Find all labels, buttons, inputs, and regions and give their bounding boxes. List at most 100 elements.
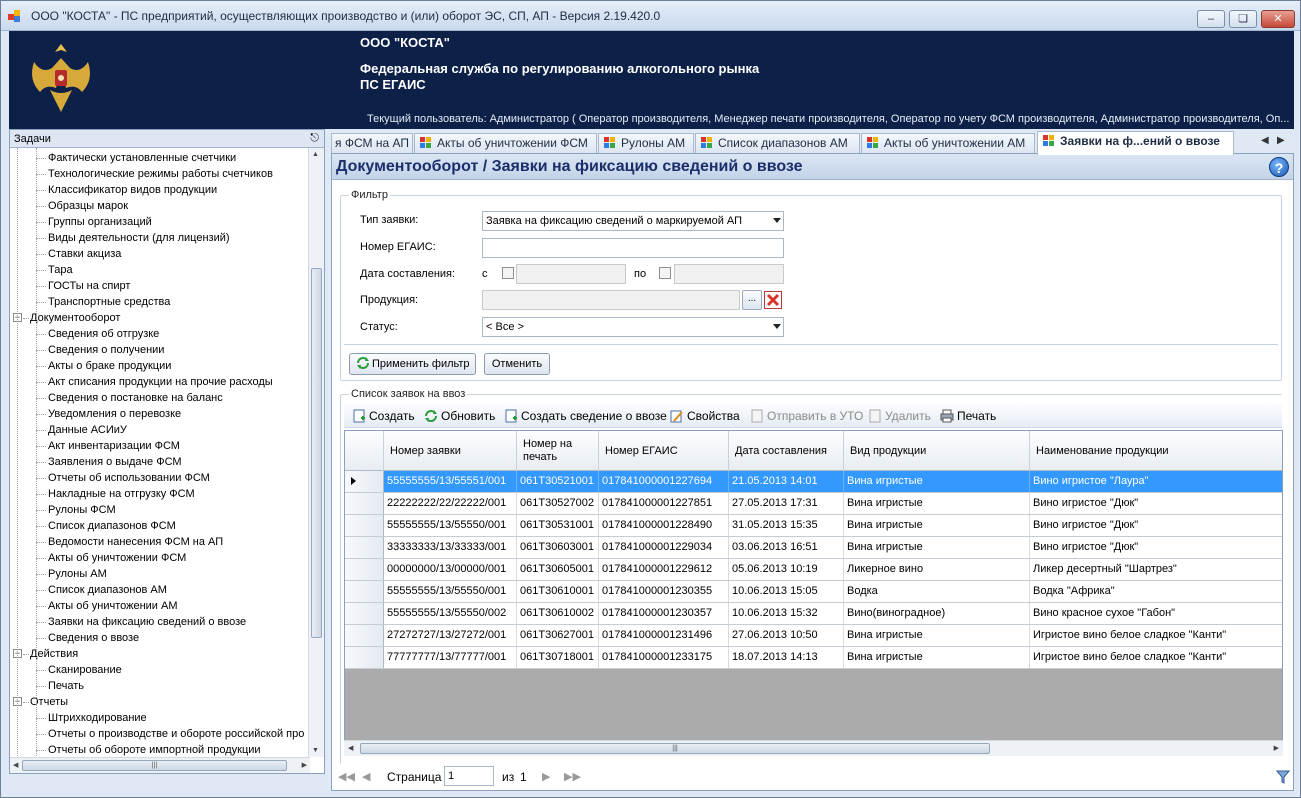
table-cell[interactable]: Вина игристые <box>844 625 1030 646</box>
scroll-right-icon[interactable]: ▶ <box>302 761 307 769</box>
tree-item[interactable]: Отчеты о производстве и обороте российск… <box>48 726 304 742</box>
table-cell[interactable]: 33333333/13/33333/001 <box>384 537 517 558</box>
date-from-input[interactable] <box>516 264 626 284</box>
tree-item[interactable]: Акты об уничтожении ФСМ <box>48 550 186 566</box>
scroll-left-icon[interactable]: ◀ <box>13 761 18 769</box>
table-cell[interactable]: 18.07.2013 14:13 <box>729 647 844 668</box>
table-cell[interactable]: 55555555/13/55550/002 <box>384 603 517 624</box>
table-cell[interactable]: Игристое вино белое сладкое "Канти" <box>1030 647 1282 668</box>
pin-icon[interactable]: ⎋ <box>310 132 319 145</box>
grid-horizontal-scrollbar[interactable]: ◀ ||| ▶ <box>344 740 1283 756</box>
maximize-button[interactable]: ❏ <box>1229 10 1257 28</box>
tree-item[interactable]: Ведомости нанесения ФСМ на АП <box>48 534 223 550</box>
create-import-button[interactable]: Создать сведение о ввозе <box>504 407 667 425</box>
table-cell[interactable]: Вино игристое "Дюк" <box>1030 515 1282 536</box>
row-header[interactable] <box>345 493 384 514</box>
minimize-button[interactable]: – <box>1197 10 1225 28</box>
row-header[interactable] <box>345 647 384 668</box>
tree-item[interactable]: Акты о браке продукции <box>48 358 171 374</box>
table-cell[interactable]: 017841000001228490 <box>599 515 729 536</box>
table-cell[interactable]: 22222222/22/22222/001 <box>384 493 517 514</box>
tab-scroll-left-icon[interactable]: ◀ <box>1261 135 1269 146</box>
table-cell[interactable]: Водка <box>844 581 1030 602</box>
table-cell[interactable]: 061T30718001 <box>517 647 599 668</box>
close-button[interactable]: ✕ <box>1261 10 1295 28</box>
table-cell[interactable]: 10.06.2013 15:32 <box>729 603 844 624</box>
apply-filter-button[interactable]: Применить фильтр <box>349 353 476 375</box>
type-select[interactable]: Заявка на фиксацию сведений о маркируемо… <box>482 211 784 231</box>
table-cell[interactable]: 10.06.2013 15:05 <box>729 581 844 602</box>
table-cell[interactable]: 05.06.2013 10:19 <box>729 559 844 580</box>
tree-item[interactable]: Список диапазонов АМ <box>48 582 167 598</box>
create-button[interactable]: Создать <box>352 407 415 425</box>
tree-item[interactable]: ГОСТы на спирт <box>48 278 130 294</box>
scroll-down-icon[interactable]: ▼ <box>312 747 319 754</box>
table-cell[interactable]: Вино игристое "Лаура" <box>1030 471 1282 492</box>
tree-item[interactable]: Печать <box>48 678 84 694</box>
first-page-icon[interactable]: ◀◀ <box>338 770 355 783</box>
tree-group[interactable]: Действия <box>30 646 78 662</box>
product-browse-button[interactable]: ... <box>742 290 762 310</box>
last-page-icon[interactable]: ▶▶ <box>564 770 581 783</box>
delete-button[interactable]: Удалить <box>868 407 931 425</box>
table-cell[interactable]: 77777777/13/77777/001 <box>384 647 517 668</box>
tree-item[interactable]: Фактически установленные счетчики <box>48 150 236 166</box>
table-cell[interactable]: 061T30605001 <box>517 559 599 580</box>
table-cell[interactable]: 061T30521001 <box>517 471 599 492</box>
table-cell[interactable]: 061T30627001 <box>517 625 599 646</box>
column-header[interactable]: Дата составления <box>729 431 844 471</box>
tree-item[interactable]: Данные АСИиУ <box>48 422 127 438</box>
table-cell[interactable]: 017841000001229612 <box>599 559 729 580</box>
table-cell[interactable]: 00000000/13/00000/001 <box>384 559 517 580</box>
tab-scroll-right-icon[interactable]: ▶ <box>1277 135 1285 146</box>
table-row[interactable]: 55555555/13/55551/001 061T30521001 0178410… <box>345 471 1282 493</box>
tab-fsm-application[interactable]: я ФСМ на АП <box>331 133 413 153</box>
column-header[interactable]: Номер ЕГАИС <box>599 431 729 471</box>
table-cell[interactable]: 061T30527002 <box>517 493 599 514</box>
tree-item[interactable]: Рулоны ФСМ <box>48 502 116 518</box>
table-row[interactable]: 22222222/22/22222/001 061T30527002 0178410… <box>345 493 1282 515</box>
tree-item[interactable]: Классификатор видов продукции <box>48 182 217 198</box>
table-cell[interactable]: 31.05.2013 15:35 <box>729 515 844 536</box>
table-row[interactable]: 00000000/13/00000/001 061T30605001 0178410… <box>345 559 1282 581</box>
refresh-button[interactable]: Обновить <box>424 407 495 425</box>
table-row[interactable]: 33333333/13/33333/001 061T30603001 0178410… <box>345 537 1282 559</box>
tree-item[interactable]: Список диапазонов ФСМ <box>48 518 176 534</box>
tree-horizontal-scrollbar[interactable]: ◀ ||| ▶ <box>10 757 310 773</box>
product-input[interactable] <box>482 290 740 310</box>
print-button[interactable]: Печать <box>940 407 996 425</box>
tree-item[interactable]: Заявления о выдаче ФСМ <box>48 454 182 470</box>
table-row[interactable]: 55555555/13/55550/002 061T30610002 0178410… <box>345 603 1282 625</box>
product-clear-button[interactable] <box>764 291 782 309</box>
scroll-left-icon[interactable]: ◀ <box>348 744 353 752</box>
tree-scroll-thumb[interactable] <box>311 268 322 638</box>
send-uto-button[interactable]: Отправить в УТО <box>750 407 863 425</box>
table-cell[interactable]: Вино игристое "Дюк" <box>1030 537 1282 558</box>
row-header[interactable] <box>345 603 384 624</box>
table-cell[interactable]: 017841000001227694 <box>599 471 729 492</box>
table-cell[interactable]: 017841000001230355 <box>599 581 729 602</box>
date-to-input[interactable] <box>674 264 784 284</box>
tree-item[interactable]: Уведомления о перевозке <box>48 406 181 422</box>
tree-item[interactable]: Сведения об отгрузке <box>48 326 159 342</box>
table-cell[interactable]: 27.05.2013 17:31 <box>729 493 844 514</box>
properties-button[interactable]: Свойства <box>670 407 740 425</box>
table-cell[interactable]: Вино красное сухое "Габон" <box>1030 603 1282 624</box>
table-cell[interactable]: 03.06.2013 16:51 <box>729 537 844 558</box>
date-to-checkbox[interactable] <box>659 267 671 279</box>
tree-item[interactable]: Тара <box>48 262 73 278</box>
tree-item[interactable]: Отчеты об использовании ФСМ <box>48 470 210 486</box>
table-cell[interactable]: Ликерное вино <box>844 559 1030 580</box>
table-cell[interactable]: Вина игристые <box>844 647 1030 668</box>
tree-item[interactable]: Виды деятельности (для лицензий) <box>48 230 230 246</box>
tab-import-applications[interactable]: Заявки на ф...ений о ввозе <box>1037 131 1234 155</box>
tree-vertical-scrollbar[interactable]: ▲ ▼ <box>308 148 324 757</box>
row-header[interactable] <box>345 515 384 536</box>
tree-item[interactable]: Сведения о получении <box>48 342 164 358</box>
tree-item[interactable]: Акты об уничтожении АМ <box>48 598 178 614</box>
column-header[interactable]: Вид продукции <box>844 431 1030 471</box>
tree-item[interactable]: Накладные на отгрузку ФСМ <box>48 486 195 502</box>
tree-group[interactable]: Документооборот <box>30 310 120 326</box>
table-cell[interactable]: 55555555/13/55551/001 <box>384 471 517 492</box>
egais-input[interactable] <box>482 238 784 258</box>
